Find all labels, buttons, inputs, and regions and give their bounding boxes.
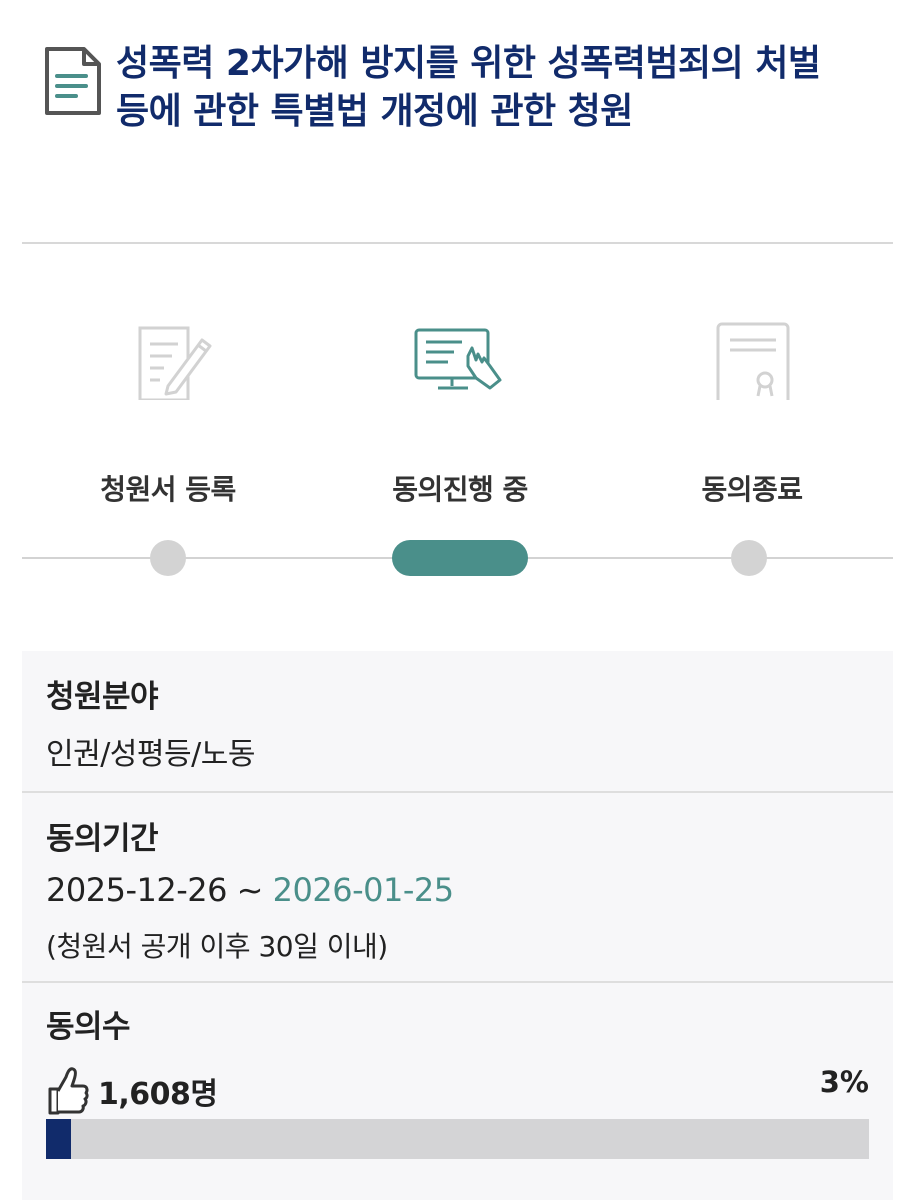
petition-title: 성폭력 2차가해 방지를 위한 성폭력범죄의 처벌 등에 관한 특별법 개정에 … (116, 43, 821, 132)
count-line: 1,608명 (46, 1065, 218, 1117)
period-range: 2025-12-26 ~ 2026-01-25 (46, 871, 454, 909)
period-separator: ~ (226, 871, 273, 909)
period-start: 2025-12-26 (46, 871, 227, 909)
document-icon (45, 47, 101, 115)
period-end: 2026-01-25 (272, 871, 454, 909)
petition-title-block: 성폭력 2차가해 방지를 위한 성폭력범죄의 처벌 등에 관한 특별법 개정에 … (44, 40, 894, 136)
step-closed: 동의종료 (632, 300, 872, 508)
info-row-count: 동의수 1,608명 3% (22, 983, 893, 1200)
info-row-field: 청원분야 인권/성평등/노동 (22, 651, 893, 793)
info-row-period: 동의기간 2025-12-26 ~ 2026-01-25 (청원서 공개 이후 … (22, 793, 893, 983)
period-label: 동의기간 (46, 821, 159, 857)
step-label-in-progress: 동의진행 중 (392, 473, 528, 506)
count-value: 1,608명 (98, 1077, 218, 1112)
period-note: (청원서 공개 이후 30일 이내) (46, 930, 388, 963)
petition-info-panel: 청원분야 인권/성평등/노동 동의기간 2025-12-26 ~ 2026-01… (22, 651, 893, 1200)
step-active-indicator (392, 540, 528, 576)
progress-bar-fill (46, 1119, 71, 1159)
step-in-progress: 동의진행 중 (340, 300, 580, 508)
field-value: 인권/성평등/노동 (46, 737, 255, 772)
step-dot-registration (150, 540, 186, 576)
count-label: 동의수 (46, 1009, 131, 1045)
step-dot-closed (731, 540, 767, 576)
petition-page: 성폭력 2차가해 방지를 위한 성폭력범죄의 처벌 등에 관한 특별법 개정에 … (0, 0, 916, 1200)
monitor-touch-icon (414, 328, 502, 390)
step-label-closed: 동의종료 (701, 473, 803, 506)
step-registration: 청원서 등록 (48, 300, 288, 508)
count-percent: 3% (819, 1065, 869, 1099)
field-label: 청원분야 (46, 679, 159, 715)
certificate-icon (716, 322, 790, 400)
progress-steps: 청원서 등록 동의진행 중 동의종료 (22, 300, 893, 600)
title-divider (22, 242, 893, 244)
progress-bar (46, 1119, 869, 1159)
thumbs-up-icon (48, 1067, 89, 1115)
step-label-registration: 청원서 등록 (100, 473, 236, 506)
pen-document-icon (138, 326, 212, 400)
